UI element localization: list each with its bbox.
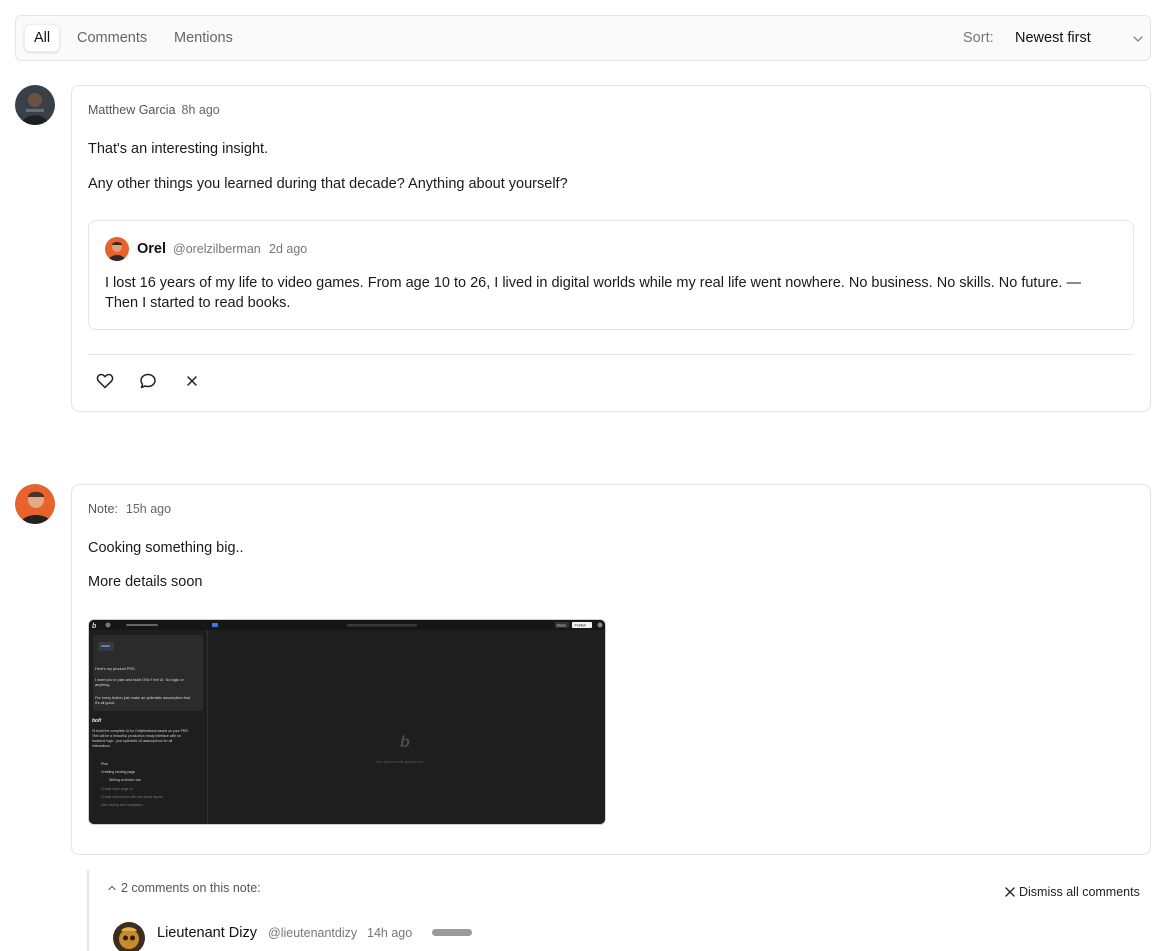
post-paragraph: Any other things you learned during that…	[88, 176, 568, 192]
dismiss-all-label: Dismiss all comments	[1019, 885, 1140, 899]
step-item: Writing src/index.css	[109, 778, 141, 782]
heart-icon	[96, 373, 114, 389]
publish-label: Publish	[575, 624, 587, 628]
post-card: Matthew Garcia 8h ago That's an interesti…	[71, 85, 1151, 412]
avatar[interactable]	[15, 85, 55, 125]
note-card: Note: 15h ago Cooking something big.. Mor…	[71, 484, 1151, 855]
timestamp: 8h ago	[181, 103, 220, 117]
reply-button[interactable]	[137, 370, 159, 392]
note-label: Note:	[88, 502, 118, 516]
timestamp: 15h ago	[125, 502, 172, 516]
avatar[interactable]	[15, 484, 55, 524]
step-item: Create dashboard with two panel layout	[101, 795, 163, 799]
tab-mentions[interactable]: Mentions	[165, 24, 242, 52]
share-label: Share	[557, 624, 566, 628]
prompt-text: Here's my product PRD.	[95, 667, 136, 671]
tab-comments[interactable]: Comments	[68, 24, 156, 52]
filter-bar: All Comments Mentions Sort: Newest first	[15, 15, 1151, 61]
agent-name: bolt	[92, 718, 101, 724]
svg-text:b: b	[400, 734, 410, 751]
comment-author-handle: @lieutenantdizy	[268, 926, 358, 940]
quote-author-name: Orel	[137, 241, 167, 257]
sort-value: Newest first	[1015, 30, 1091, 46]
close-icon	[187, 376, 197, 386]
step-item: Plan	[101, 762, 108, 766]
comment-icon	[140, 373, 156, 389]
sort-label: Sort:	[963, 30, 994, 46]
divider	[88, 354, 1134, 355]
quote-author-handle: @orelzilberman	[173, 242, 261, 256]
post-meta: Matthew Garcia 8h ago	[88, 103, 220, 117]
preview-placeholder: Your preview will appear here	[375, 760, 425, 764]
like-button[interactable]	[94, 370, 116, 392]
quote-text: I lost 16 years of my life to video game…	[105, 275, 1081, 311]
thread-line	[87, 870, 89, 951]
attached-image[interactable]: b Share Publish Here's my product PRD. I…	[88, 619, 606, 825]
quoted-post[interactable]: Orel @orelzilberman 2d ago I lost 16 yea…	[88, 220, 1134, 330]
post-paragraph: Cooking something big..	[88, 540, 244, 556]
post-meta: Note: 15h ago	[88, 502, 171, 516]
chevron-up-icon	[108, 885, 116, 891]
svg-text:b: b	[92, 623, 97, 630]
thread-toggle-button[interactable]: 2 comments on this note:	[107, 881, 261, 895]
step-item: Create login page ui	[101, 787, 133, 791]
close-icon	[1005, 887, 1015, 897]
dismiss-button[interactable]	[181, 370, 203, 392]
thread-count-label: 2 comments on this note:	[121, 881, 261, 895]
chevron-down-icon	[1133, 36, 1143, 42]
loading-placeholder	[432, 929, 472, 936]
tab-all[interactable]: All	[24, 24, 61, 52]
quote-timestamp: 2d ago	[269, 242, 308, 256]
comment-author-name[interactable]: Lieutenant Dizy	[157, 925, 257, 941]
sort-select[interactable]: Newest first	[1004, 24, 1156, 54]
dismiss-all-button[interactable]: Dismiss all comments	[1004, 885, 1140, 899]
avatar	[105, 237, 129, 261]
post-paragraph: That's an interesting insight.	[88, 141, 269, 157]
step-item: Creating landing page	[101, 770, 135, 774]
comment-timestamp: 14h ago	[367, 926, 413, 940]
avatar[interactable]	[113, 922, 145, 951]
author-name[interactable]: Matthew Garcia	[88, 103, 176, 117]
step-item: Add routing and navigation	[101, 803, 143, 807]
post-paragraph: More details soon	[88, 574, 203, 590]
